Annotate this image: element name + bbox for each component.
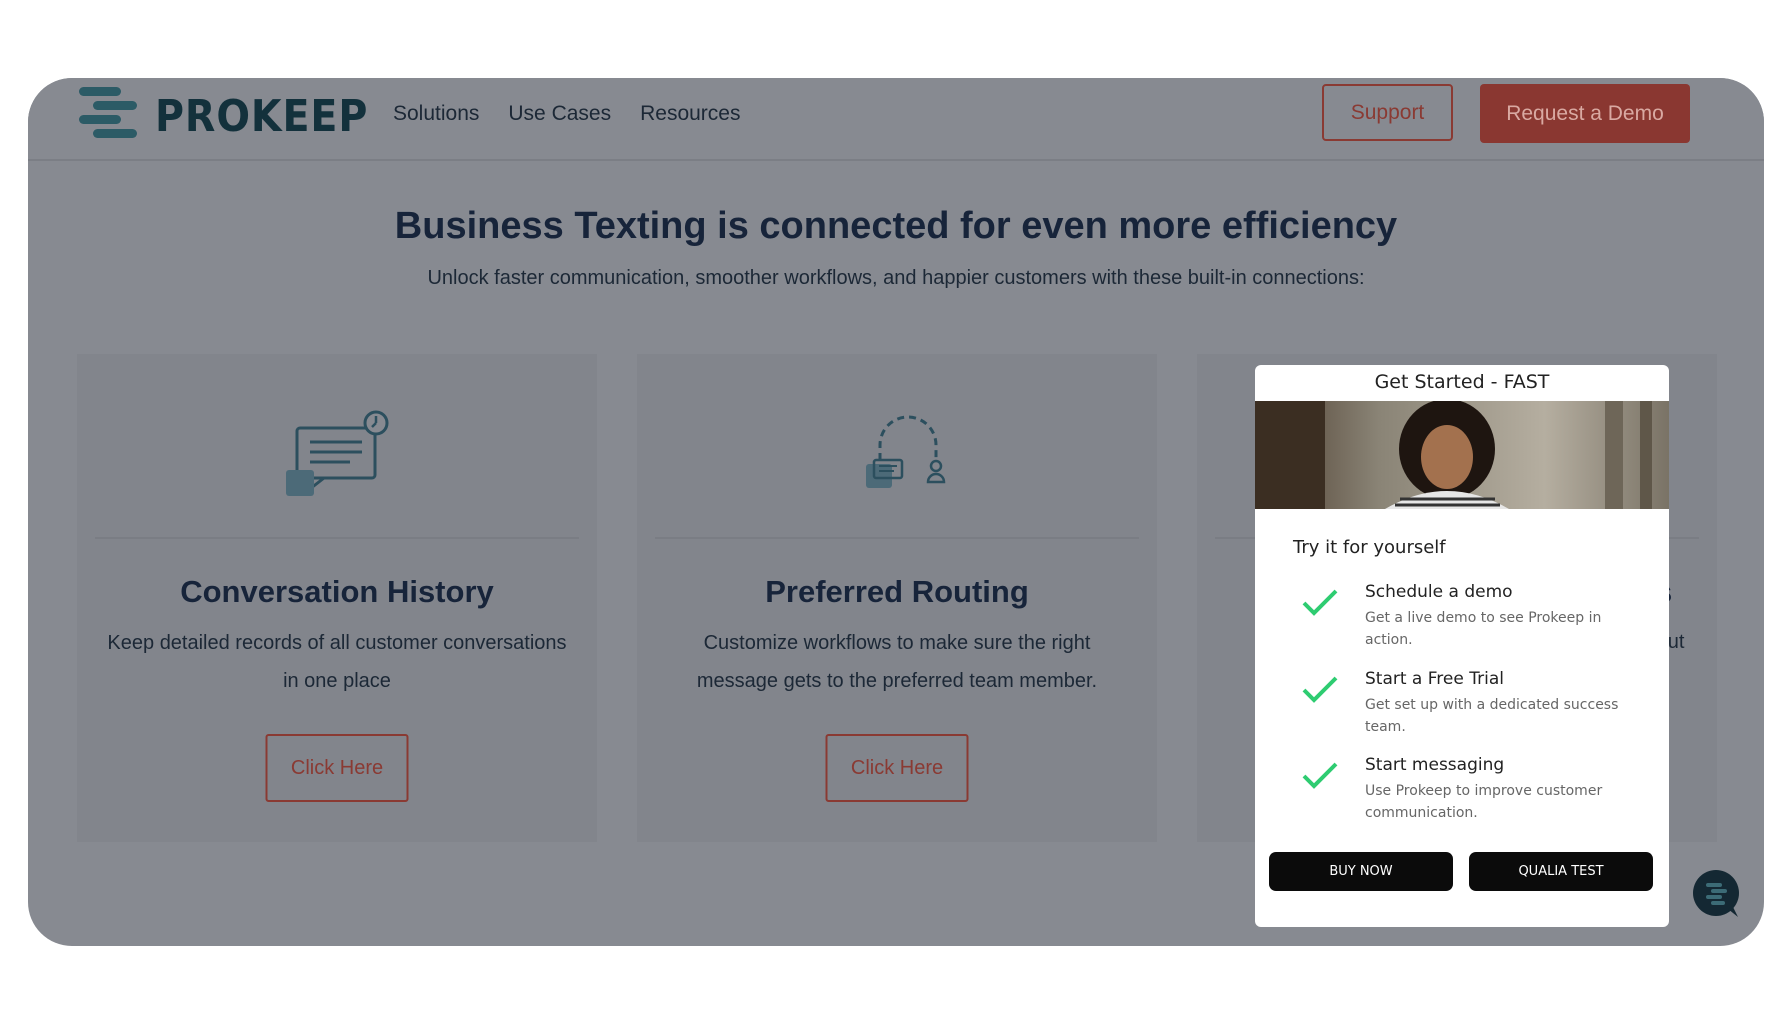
- section-subline: Unlock faster communication, smoother wo…: [427, 267, 1365, 289]
- page-frame: PROKEEP Solutions Use Cases Resources Su…: [28, 78, 1764, 946]
- nav-use-cases[interactable]: Use Cases: [508, 102, 611, 126]
- card-divider: [655, 537, 1139, 539]
- logo-wordmark: PROKEEP: [155, 90, 369, 142]
- logo-mark-icon: [79, 87, 137, 138]
- popup-title: Get Started - FAST: [1374, 371, 1550, 393]
- get-started-popup: Get Started - FAST Try it for yourself S…: [1255, 365, 1669, 927]
- popup-subtitle: Try it for yourself: [1293, 537, 1446, 558]
- click-here-button[interactable]: Click Here: [825, 734, 969, 802]
- card-description-line: Keep detailed records of all customer co…: [107, 632, 567, 654]
- option-title: Start messaging: [1365, 755, 1505, 775]
- checkmark-icon: [1302, 676, 1338, 703]
- card-description: Keep detailed records of all customer co…: [95, 624, 579, 700]
- option-description: Get a live demo to see Prokeep in action…: [1365, 610, 1602, 648]
- click-here-button[interactable]: Click Here: [265, 734, 409, 802]
- option-title: Start a Free Trial: [1365, 669, 1504, 689]
- section-headline: Business Texting is connected for even m…: [394, 205, 1398, 247]
- buy-now-button[interactable]: BUY NOW: [1269, 852, 1453, 891]
- option-description: Use Prokeep to improve customer communic…: [1365, 783, 1603, 821]
- card-title: Conversation History: [180, 574, 494, 609]
- main-nav: Solutions Use Cases Resources: [393, 102, 740, 126]
- card-description: Customize workflows to make sure the rig…: [655, 624, 1139, 700]
- card-description-line: Customize workflows to make sure the rig…: [703, 632, 1091, 654]
- nav-solutions[interactable]: Solutions: [393, 102, 479, 126]
- site-header: PROKEEP Solutions Use Cases Resources Su…: [28, 78, 1764, 161]
- prokeep-logo[interactable]: PROKEEP: [77, 84, 392, 148]
- option-description: Get set up with a dedicated success team…: [1365, 697, 1619, 735]
- chat-history-icon: [286, 410, 389, 496]
- card-description-line: in one place: [283, 670, 391, 692]
- card-preferred-routing: Preferred Routing Customize workflows to…: [637, 354, 1157, 842]
- support-button[interactable]: Support: [1322, 84, 1453, 141]
- chat-widget-icon[interactable]: [1692, 869, 1742, 919]
- card-description-line: message gets to the preferred team membe…: [696, 670, 1098, 692]
- request-demo-button[interactable]: Request a Demo: [1480, 84, 1690, 143]
- qualia-test-button[interactable]: QUALIA TEST: [1469, 852, 1653, 891]
- card-title: Preferred Routing: [765, 574, 1029, 609]
- option-title: Schedule a demo: [1365, 582, 1513, 602]
- woman-portrait-image: [1255, 401, 1669, 509]
- routing-icon: [866, 415, 946, 488]
- nav-resources[interactable]: Resources: [640, 102, 740, 126]
- checkmark-icon: [1302, 589, 1338, 616]
- checkmark-icon: [1302, 762, 1338, 789]
- card-conversation-history: Conversation History Keep detailed recor…: [77, 354, 597, 842]
- card-divider: [95, 537, 579, 539]
